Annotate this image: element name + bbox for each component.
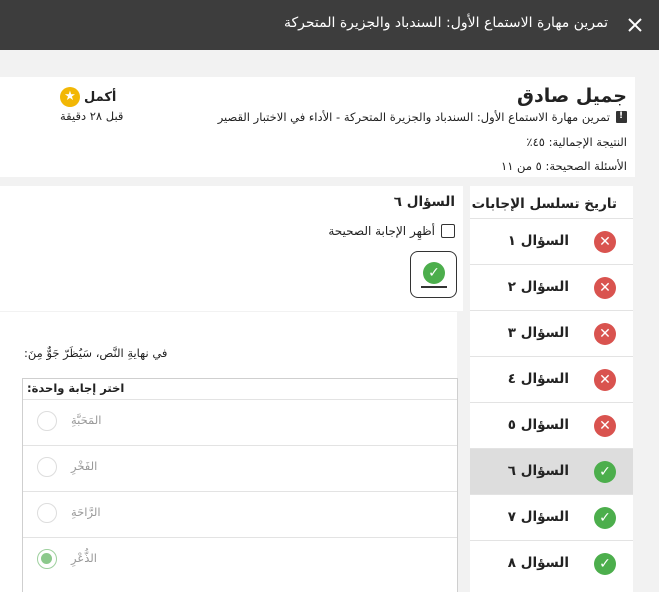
result-underline (421, 286, 447, 288)
check-icon: ✓ (594, 461, 616, 483)
sidebar-title: تاريخ تسلسل الإجابات (471, 196, 617, 212)
sidebar-item-question[interactable]: السؤال ٥ ✕ (470, 402, 633, 448)
sidebar-item-question[interactable]: السؤال ٢ ✕ (470, 264, 633, 310)
close-icon[interactable] (625, 15, 645, 35)
answer-choice[interactable]: المَحَبَّةِ (23, 399, 457, 445)
answer-history-sidebar: تاريخ تسلسل الإجابات السؤال ١ ✕ السؤال ٢ ✕ ا… (470, 186, 633, 592)
x-icon: ✕ (594, 277, 616, 299)
show-answer-label: أظهِر الإجابة الصحيحة (328, 224, 435, 238)
choice-radio[interactable] (37, 549, 57, 569)
choices-heading: اختر إجابة واحدة: (27, 381, 125, 395)
student-summary: جميل صادق تمرين مهارة الاستماع الأول: ال… (0, 77, 635, 177)
lock-icon (616, 111, 627, 123)
check-icon: ✓ (594, 507, 616, 529)
sidebar-item-label: السؤال ١ (507, 233, 569, 249)
sidebar-item-question[interactable]: السؤال ٣ ✕ (470, 310, 633, 356)
status-label: أكمل (84, 89, 117, 105)
answer-choice[interactable]: الفَخْرِ (23, 445, 457, 491)
x-icon: ✕ (594, 369, 616, 391)
completion-status: أكمل ★ قبل ٢٨ دقيقة (60, 87, 123, 123)
show-correct-answer-toggle[interactable]: أظهِر الإجابة الصحيحة (328, 224, 455, 238)
show-answer-checkbox[interactable] (441, 224, 455, 238)
status-time: قبل ٢٨ دقيقة (60, 109, 124, 123)
star-icon: ★ (60, 87, 80, 107)
student-name: جميل صادق (517, 85, 627, 107)
assignment-title: تمرين مهارة الاستماع الأول: السندباد وال… (217, 110, 610, 124)
choice-radio[interactable] (37, 411, 57, 431)
choice-text: المَحَبَّةِ (71, 413, 102, 427)
choice-radio[interactable] (37, 503, 57, 523)
choice-radio[interactable] (37, 457, 57, 477)
choice-text: الذُّعْرِ (71, 551, 97, 565)
sidebar-item-question[interactable]: السؤال ٧ ✓ (470, 494, 633, 540)
sidebar-item-question[interactable]: السؤال ٦ ✓ (470, 448, 633, 494)
answer-choice[interactable]: الرَّاحَةِ (23, 491, 457, 537)
sidebar-item-label: السؤال ٨ (507, 555, 569, 571)
assignment-line: تمرين مهارة الاستماع الأول: السندباد وال… (218, 110, 627, 124)
question-header: السؤال ٦ أظهِر الإجابة الصحيحة ✓ (0, 186, 463, 311)
overall-score: النتيجة الإجمالية: ٤٥٪ (526, 135, 627, 149)
sidebar-item-question[interactable]: السؤال ٤ ✕ (470, 356, 633, 402)
choices-panel: اختر إجابة واحدة: المَحَبَّةِ الفَخْرِ الر… (22, 378, 458, 592)
question-title: السؤال ٦ (393, 194, 455, 210)
question-body: في نهايةِ النَّص، سَيُظَرّ جَوٌّ مِنَ: ا… (0, 312, 458, 592)
check-icon: ✓ (423, 262, 445, 284)
sidebar-item-label: السؤال ٤ (507, 371, 569, 387)
choice-text: الفَخْرِ (71, 459, 98, 473)
x-icon: ✕ (594, 231, 616, 253)
correct-count: الأسئلة الصحيحة: ٥ من ١١ (501, 159, 627, 173)
answer-result-box: ✓ (410, 251, 457, 298)
sidebar-item-label: السؤال ٧ (507, 509, 569, 525)
choice-text: الرَّاحَةِ (71, 505, 101, 519)
sidebar-item-label: السؤال ٦ (507, 463, 569, 479)
window-title: تمرين مهارة الاستماع الأول: السندباد وال… (283, 15, 608, 31)
x-icon: ✕ (594, 415, 616, 437)
title-bar: تمرين مهارة الاستماع الأول: السندباد وال… (0, 0, 659, 50)
sidebar-item-label: السؤال ٥ (507, 417, 569, 433)
sidebar-item-label: السؤال ٣ (507, 325, 569, 341)
sidebar-item-question[interactable]: السؤال ٨ ✓ (470, 540, 633, 586)
question-prompt: في نهايةِ النَّص، سَيُظَرّ جَوٌّ مِنَ: (24, 346, 168, 360)
sidebar-item-question[interactable]: السؤال ١ ✕ (470, 218, 633, 264)
x-icon: ✕ (594, 323, 616, 345)
check-icon: ✓ (594, 553, 616, 575)
answer-choice[interactable]: الذُّعْرِ (23, 537, 457, 583)
sidebar-item-label: السؤال ٢ (507, 279, 569, 295)
